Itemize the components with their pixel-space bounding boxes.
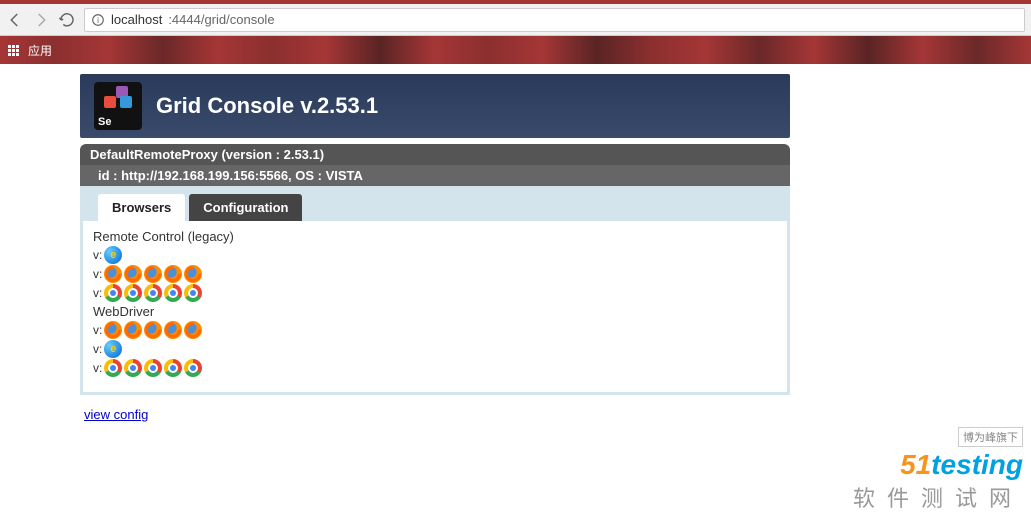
version-label: v:: [93, 361, 102, 375]
watermark-main: 51testing: [853, 449, 1023, 481]
info-icon: i: [91, 13, 105, 27]
view-config-link[interactable]: view config: [84, 407, 148, 422]
browser-row: v:: [93, 265, 777, 283]
chrome-icon[interactable]: [184, 284, 202, 302]
tabs: Browsers Configuration: [80, 186, 790, 221]
chrome-icon[interactable]: [144, 284, 162, 302]
page-title: Grid Console v.2.53.1: [156, 93, 378, 119]
ie-icon[interactable]: [104, 340, 122, 358]
selenium-logo: Se: [94, 82, 142, 130]
tab-configuration[interactable]: Configuration: [189, 194, 302, 221]
address-bar[interactable]: i localhost :4444/grid/console: [84, 8, 1025, 32]
wd-title: WebDriver: [93, 304, 777, 319]
page-content: Se Grid Console v.2.53.1 DefaultRemotePr…: [0, 64, 1031, 422]
chrome-icon[interactable]: [124, 359, 142, 377]
version-label: v:: [93, 248, 102, 262]
ie-icon[interactable]: [104, 246, 122, 264]
tab-browsers[interactable]: Browsers: [98, 194, 185, 221]
chrome-icon[interactable]: [144, 359, 162, 377]
firefox-icon[interactable]: [184, 265, 202, 283]
apps-label[interactable]: 应用: [28, 42, 52, 59]
version-label: v:: [93, 286, 102, 300]
apps-icon[interactable]: [8, 45, 22, 56]
chrome-icon[interactable]: [164, 284, 182, 302]
chrome-icon[interactable]: [124, 284, 142, 302]
firefox-icon[interactable]: [144, 321, 162, 339]
firefox-icon[interactable]: [104, 321, 122, 339]
bookmarks-bar: 应用: [0, 36, 1031, 64]
chrome-icon[interactable]: [164, 359, 182, 377]
browser-row: v:: [93, 284, 777, 302]
browser-row: v:: [93, 321, 777, 339]
firefox-icon[interactable]: [164, 265, 182, 283]
url-host: localhost: [111, 12, 162, 27]
watermark: 博为峰旗下 51testing 软件测试网: [853, 427, 1023, 513]
svg-text:i: i: [97, 15, 99, 24]
version-label: v:: [93, 267, 102, 281]
firefox-icon[interactable]: [124, 321, 142, 339]
chrome-icon[interactable]: [104, 284, 122, 302]
browsers-panel: Remote Control (legacy) v: v: v: WebDriver…: [80, 221, 790, 395]
version-label: v:: [93, 323, 102, 337]
firefox-icon[interactable]: [124, 265, 142, 283]
watermark-sub: 软件测试网: [853, 481, 1023, 513]
proxy-info: DefaultRemoteProxy (version : 2.53.1) id…: [80, 144, 790, 186]
version-label: v:: [93, 342, 102, 356]
browser-row: v:: [93, 340, 777, 358]
grid-header: Se Grid Console v.2.53.1: [80, 74, 790, 138]
browser-row: v:: [93, 359, 777, 377]
watermark-top: 博为峰旗下: [958, 427, 1023, 447]
browser-row: v:: [93, 246, 777, 264]
proxy-id: id : http://192.168.199.156:5566, OS : V…: [80, 165, 790, 186]
chrome-icon[interactable]: [184, 359, 202, 377]
reload-button[interactable]: [58, 11, 76, 29]
proxy-version: DefaultRemoteProxy (version : 2.53.1): [80, 144, 790, 165]
forward-button[interactable]: [32, 11, 50, 29]
rc-title: Remote Control (legacy): [93, 229, 777, 244]
firefox-icon[interactable]: [164, 321, 182, 339]
url-path: :4444/grid/console: [168, 12, 274, 27]
firefox-icon[interactable]: [144, 265, 162, 283]
browser-toolbar: i localhost :4444/grid/console: [0, 4, 1031, 36]
firefox-icon[interactable]: [104, 265, 122, 283]
firefox-icon[interactable]: [184, 321, 202, 339]
chrome-icon[interactable]: [104, 359, 122, 377]
back-button[interactable]: [6, 11, 24, 29]
